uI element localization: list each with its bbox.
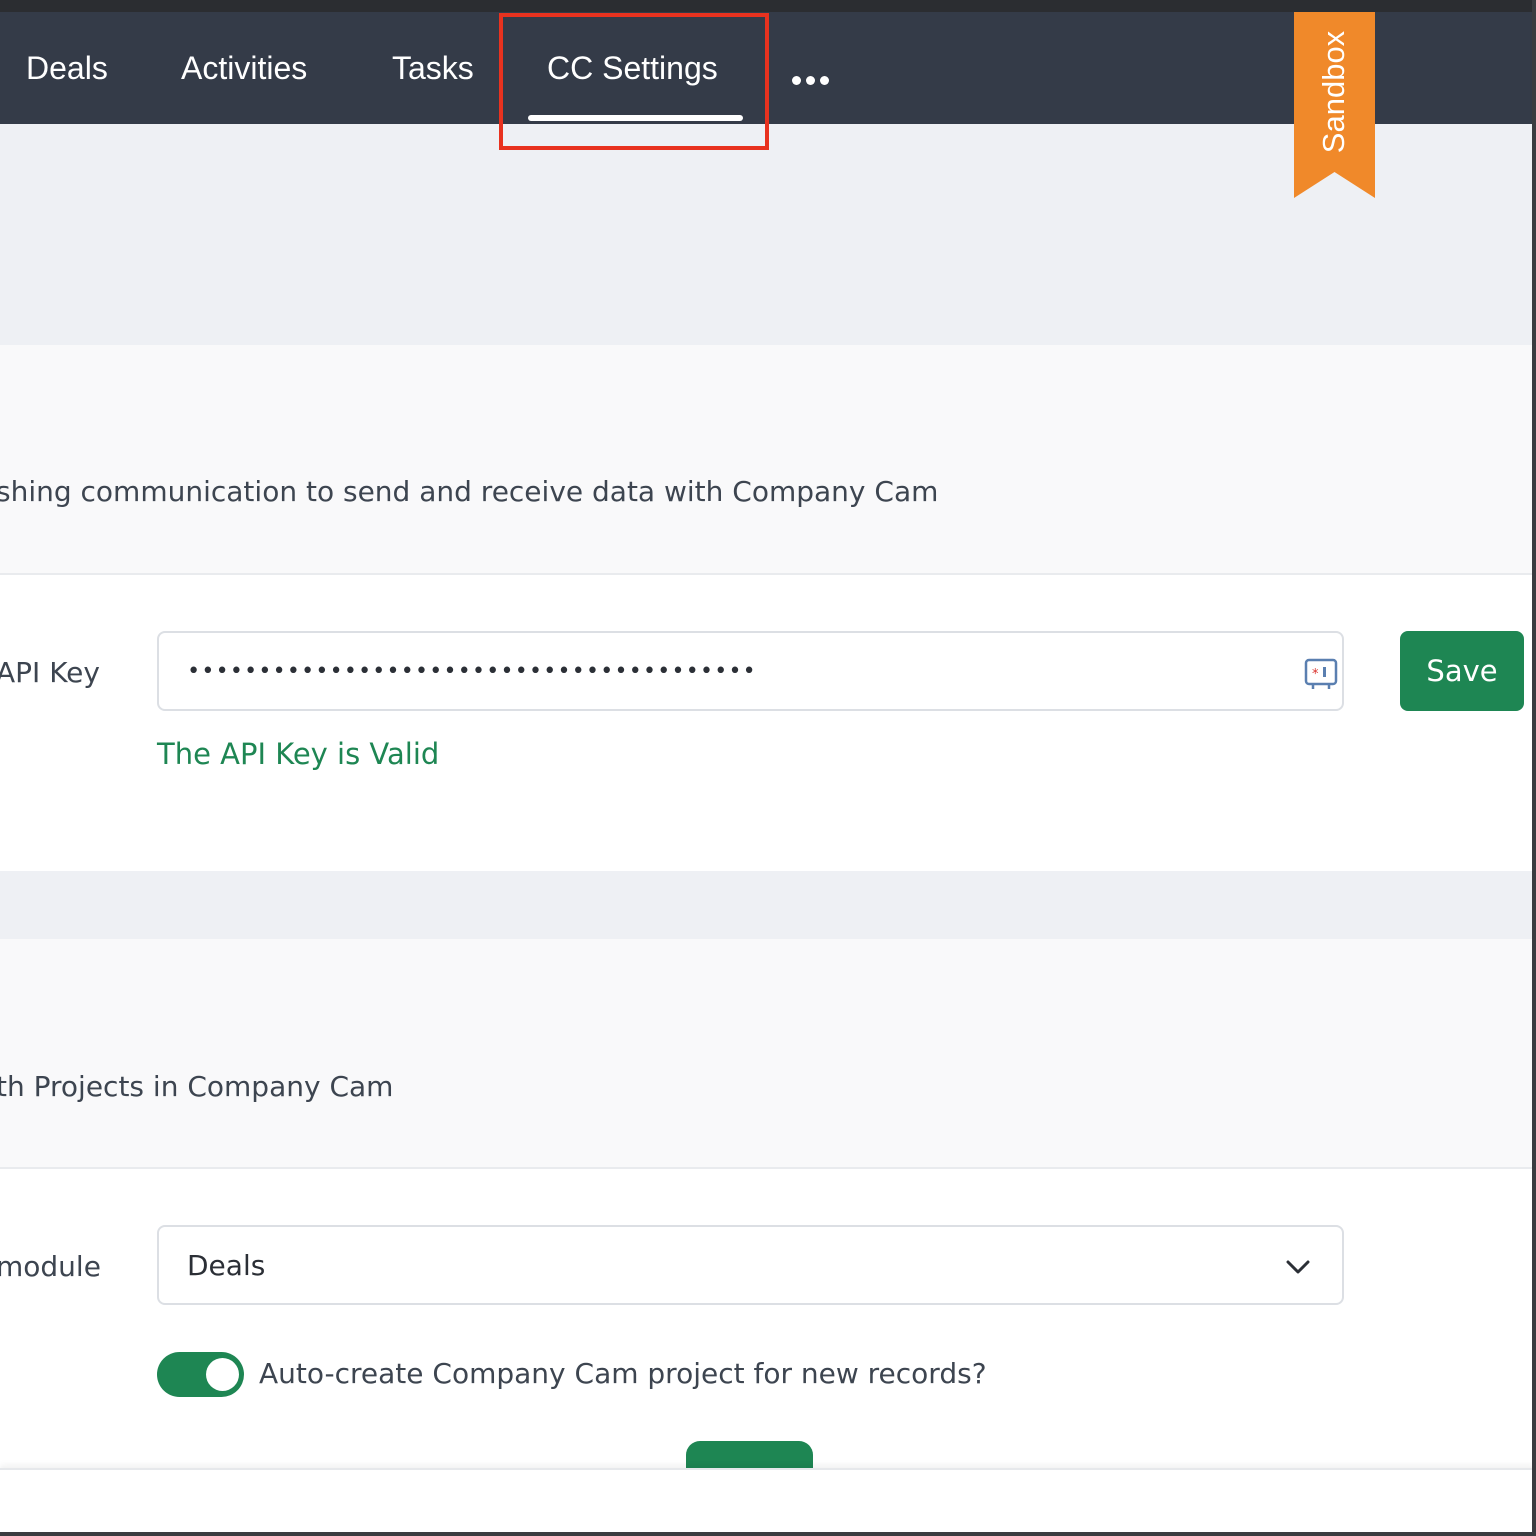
api-key-input[interactable]: ••••••••••••••••••••••••••••••••••••••••… (157, 631, 1344, 711)
tab-tasks[interactable]: Tasks (392, 48, 474, 88)
window-right-border (1532, 0, 1536, 1536)
connection-section-body (0, 573, 1536, 871)
sync-save-button[interactable] (686, 1441, 813, 1471)
tab-activities[interactable]: Activities (181, 48, 307, 88)
sync-description: th Projects in Company Cam (0, 1070, 394, 1103)
chevron-down-icon (1286, 1260, 1310, 1274)
toggle-knob (206, 1358, 239, 1391)
api-key-label: API Key (0, 656, 100, 689)
sandbox-label: Sandbox (1316, 30, 1352, 154)
window-bottom-border (0, 1532, 1536, 1536)
sync-section-body (0, 1167, 1536, 1468)
auto-create-toggle[interactable] (157, 1352, 244, 1397)
api-key-masked-value: •••••••••••••••••••••••••••••••••••••••• (187, 659, 757, 684)
footer-bar (0, 1468, 1536, 1536)
connection-description: shing communication to send and receive … (0, 475, 939, 508)
module-select[interactable]: Deals (157, 1225, 1344, 1305)
save-button[interactable]: Save (1400, 631, 1524, 711)
module-selected-value: Deals (187, 1249, 266, 1282)
auto-create-label: Auto-create Company Cam project for new … (259, 1357, 987, 1390)
module-label: module (0, 1250, 101, 1283)
api-key-status-message: The API Key is Valid (157, 737, 440, 771)
password-manager-icon[interactable]: * (1303, 657, 1339, 691)
window-top-border (0, 0, 1536, 12)
highlight-annotation-box (499, 13, 769, 150)
more-horizontal-icon[interactable] (792, 76, 829, 90)
tab-deals[interactable]: Deals (26, 48, 108, 88)
connection-section-header: shing communication to send and receive … (0, 345, 1536, 573)
svg-text:*: * (1312, 667, 1319, 682)
sync-section-header: th Projects in Company Cam (0, 939, 1536, 1167)
sandbox-ribbon: Sandbox (1294, 12, 1375, 198)
